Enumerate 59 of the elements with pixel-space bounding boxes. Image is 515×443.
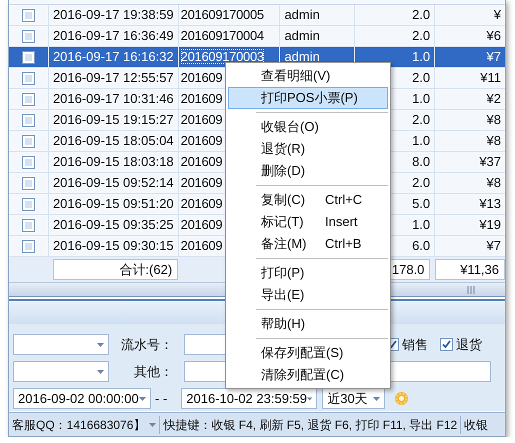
summary-cell: 合计:(62) — [53, 259, 178, 280]
table-cell: 8.0 — [412, 154, 430, 169]
table-cell: admin — [284, 28, 320, 43]
table-cell: 2016-09-17 10:31:46 — [52, 91, 174, 106]
table-cell: ¥7 — [486, 238, 502, 253]
table-cell: 2016-09-15 09:51:20 — [52, 196, 174, 211]
table-cell: 6.0 — [412, 238, 430, 253]
table-cell: ¥8 — [486, 133, 502, 148]
table-cell: 201609 — [180, 196, 222, 211]
table-cell: 2016-09-15 18:03:18 — [52, 154, 174, 169]
table-cell: 1.0 — [412, 133, 430, 148]
table-cell: ¥19 — [479, 217, 502, 232]
table-cell: 2.0 — [412, 112, 430, 127]
table-cell: 1.0 — [412, 91, 430, 106]
range-separator: - - — [155, 390, 168, 408]
table-cell: 2016-09-15 19:15:27 — [52, 112, 174, 127]
table-cell: 2.0 — [412, 175, 430, 190]
table-cell: 2.0 — [412, 70, 430, 85]
status-text: 快捷键：收银 F4, 刷新 F5, 退货 F6, 打印 F11, 导出 F12 — [163, 416, 458, 434]
table-cell: 2016-09-17 16:16:32 — [52, 49, 174, 64]
table-cell: 2016-09-17 16:36:49 — [52, 28, 174, 43]
table-cell: 1.0 — [412, 49, 430, 64]
table-cell: 201609 — [180, 70, 222, 85]
table-cell: 201609 — [180, 238, 222, 253]
table-cell: ¥8 — [486, 112, 502, 127]
table-cell: 201609170004 — [180, 28, 264, 43]
table-cell: 2016-09-17 12:55:57 — [52, 70, 174, 85]
table-cell: admin — [284, 49, 320, 64]
table-cell: 2016-09-15 18:05:04 — [52, 133, 174, 148]
status-text: 收银 — [464, 416, 488, 434]
table-cell: ¥8 — [486, 175, 502, 190]
table-cell: 2016-09-15 09:30:15 — [52, 238, 174, 253]
field-label: 流水号： — [120, 336, 173, 354]
table-cell: 201609 — [180, 154, 222, 169]
table-cell: ¥2 — [486, 91, 502, 106]
table-cell: 5.0 — [412, 196, 430, 211]
table-cell: 201609 — [180, 112, 222, 127]
table-cell: ¥7 — [486, 49, 502, 64]
table-cell: ¥11 — [480, 70, 502, 85]
table-cell: 2016-09-17 19:38:59 — [52, 7, 174, 22]
table-cell: ¥37 — [479, 154, 502, 169]
table-cell: 2016-09-15 09:52:14 — [52, 175, 174, 190]
table-cell: 2.0 — [412, 7, 430, 22]
status-text: 客服QQ：1416683076】 — [12, 416, 146, 434]
summary-cell: ¥11,36 — [435, 259, 505, 280]
table-cell: admin — [284, 7, 320, 22]
table-cell: 201609 — [180, 91, 222, 106]
table-cell: ¥13 — [479, 196, 502, 211]
field-label: 其他： — [133, 362, 173, 381]
table-cell: 201609170003 — [180, 49, 264, 64]
table-cell: 2016-09-15 09:35:25 — [52, 217, 174, 232]
table-cell: 1.0 — [412, 217, 430, 232]
table-cell: ¥ — [494, 7, 502, 22]
table-cell: 201609 — [180, 175, 222, 190]
table-cell: ¥6 — [486, 28, 502, 43]
table-cell: 201609170005 — [180, 7, 264, 22]
table-cell: 201609 — [180, 217, 222, 232]
table-cell: 2.0 — [412, 28, 430, 43]
table-cell: 201609 — [180, 133, 222, 148]
